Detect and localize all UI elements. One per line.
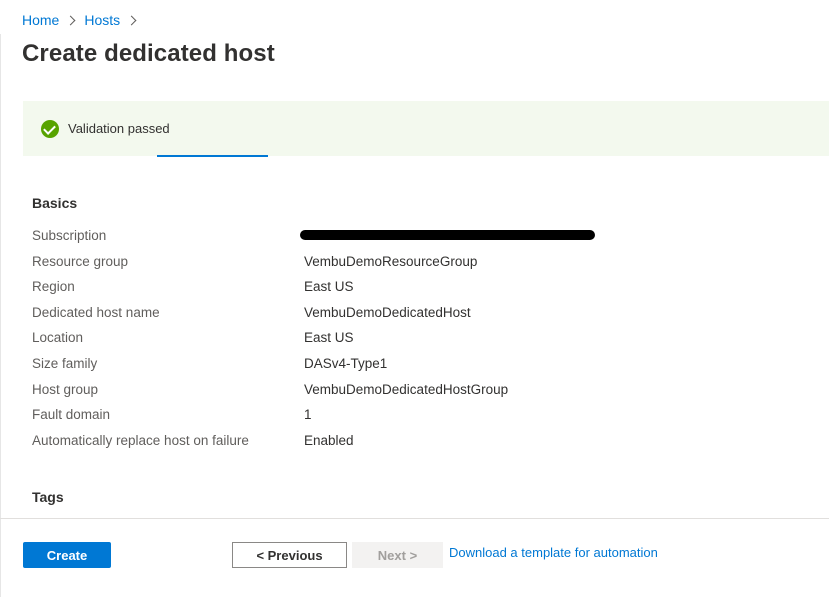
page-title: Create dedicated host: [22, 40, 275, 67]
active-tab-indicator: [157, 155, 268, 157]
summary-value: VembuDemoDedicatedHostGroup: [304, 382, 509, 397]
summary-row-size-family: Size family DASv4-Type1: [32, 356, 812, 376]
summary-label: Resource group: [32, 254, 129, 269]
breadcrumb: Home Hosts: [22, 12, 145, 28]
summary-label: Automatically replace host on failure: [32, 433, 249, 448]
breadcrumb-home-link[interactable]: Home: [22, 12, 59, 28]
tags-heading: Tags: [32, 489, 64, 505]
summary-label: Location: [32, 330, 84, 345]
summary-row-fault-domain: Fault domain 1: [32, 407, 812, 427]
summary-value: East US: [304, 279, 354, 294]
next-button[interactable]: Next >: [352, 542, 443, 568]
summary-label: Dedicated host name: [32, 305, 160, 320]
checkmark-circle-icon: [41, 120, 59, 138]
redaction-bar: [300, 230, 595, 240]
summary-label: Fault domain: [32, 407, 111, 422]
summary-row-auto-replace: Automatically replace host on failure En…: [32, 433, 812, 453]
summary-value: East US: [304, 330, 354, 345]
summary-row-location: Location East US: [32, 330, 812, 350]
summary-label: Size family: [32, 356, 98, 371]
download-template-link[interactable]: Download a template for automation: [449, 545, 658, 560]
breadcrumb-hosts-link[interactable]: Hosts: [84, 12, 120, 28]
footer-divider: [0, 518, 829, 519]
validation-message: Validation passed: [68, 121, 170, 136]
summary-value: 1: [304, 407, 312, 422]
previous-button[interactable]: < Previous: [232, 542, 347, 568]
summary-label: Subscription: [32, 228, 107, 243]
summary-value: VembuDemoResourceGroup: [304, 254, 478, 269]
chevron-right-icon: [65, 15, 76, 25]
summary-value: DASv4-Type1: [304, 356, 388, 371]
create-button[interactable]: Create: [23, 542, 111, 568]
validation-banner: Validation passed: [23, 101, 829, 156]
basics-heading: Basics: [32, 195, 78, 211]
panel-left-border: [0, 34, 1, 597]
summary-value: Enabled: [304, 433, 354, 448]
chevron-right-icon: [126, 15, 137, 25]
summary-row-resource-group: Resource group VembuDemoResourceGroup: [32, 254, 812, 274]
summary-label: Host group: [32, 382, 99, 397]
summary-row-host-group: Host group VembuDemoDedicatedHostGroup: [32, 382, 812, 402]
summary-row-region: Region East US: [32, 279, 812, 299]
summary-label: Region: [32, 279, 75, 294]
summary-row-dedicated-host-name: Dedicated host name VembuDemoDedicatedHo…: [32, 305, 812, 325]
summary-value: VembuDemoDedicatedHost: [304, 305, 471, 320]
